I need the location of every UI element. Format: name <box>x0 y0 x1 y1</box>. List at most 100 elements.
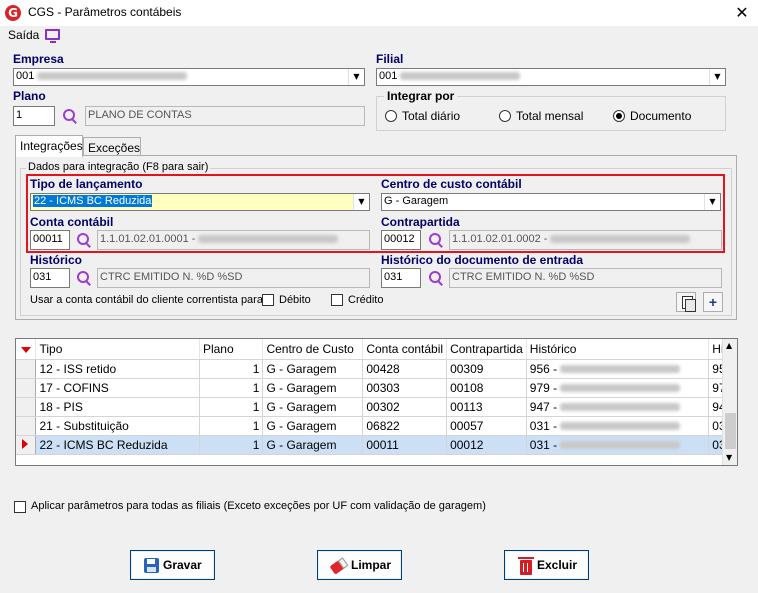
cell-tipo: 21 - Substituição <box>35 416 200 436</box>
window-title: CGS - Parâmetros contábeis <box>28 5 182 19</box>
row-indicator[interactable] <box>16 359 37 379</box>
search-icon[interactable] <box>428 270 444 286</box>
radio-total-diario-label: Total diário <box>402 109 461 123</box>
contrapartida-desc-field: 1.1.01.02.01.0002 - <box>449 230 722 250</box>
close-icon[interactable]: ✕ <box>731 3 753 23</box>
historico-label: Histórico <box>30 253 83 267</box>
eraser-icon <box>329 557 349 575</box>
debito-label: Débito <box>279 294 311 306</box>
historico-doc-desc-field: CTRC EMITIDO N. %D %SD <box>449 268 722 288</box>
col-historico[interactable]: Histórico <box>526 339 710 360</box>
radio-documento-label: Documento <box>630 109 692 123</box>
app-logo-icon: G <box>5 5 21 21</box>
empresa-name-redacted <box>37 72 188 81</box>
cell-tipo: 17 - COFINS <box>35 378 200 398</box>
cell-conta: 00302 <box>362 397 448 417</box>
cell-contra: 00309 <box>446 359 527 379</box>
trash-icon <box>518 557 534 575</box>
params-grid: Tipo Plano Centro de Custo Conta contábi… <box>15 338 738 466</box>
row-indicator[interactable] <box>16 397 37 417</box>
monitor-icon[interactable] <box>45 29 60 43</box>
search-icon[interactable] <box>62 108 78 124</box>
historico-doc-code-input[interactable]: 031 <box>381 268 421 288</box>
excluir-label: Excluir <box>537 558 578 572</box>
col-contrapartida[interactable]: Contrapartida <box>446 339 527 360</box>
table-row[interactable]: 18 - PIS 1 G - Garagem 00302 00113 947 -… <box>16 397 737 417</box>
col-tipo[interactable]: Tipo <box>35 339 200 360</box>
table-header: Tipo Plano Centro de Custo Conta contábi… <box>16 339 737 360</box>
gravar-button[interactable]: Gravar <box>130 550 215 580</box>
historico-doc-label: Histórico do documento de entrada <box>381 253 584 267</box>
aplicar-label: Aplicar parâmetros para todas as filiais… <box>31 500 486 512</box>
table-row-selected[interactable]: 22 - ICMS BC Reduzida 1 G - Garagem 0001… <box>16 435 737 455</box>
table-row[interactable]: 21 - Substituição 1 G - Garagem 06822 00… <box>16 416 737 436</box>
vertical-scrollbar[interactable]: ▲ ▼ <box>722 339 737 465</box>
conta-contabil-code-input[interactable]: 00011 <box>30 230 70 250</box>
row-indicator[interactable] <box>16 416 37 436</box>
cell-centro: G - Garagem <box>262 359 364 379</box>
chevron-down-icon[interactable]: ▼ <box>709 69 725 85</box>
dados-group-label: Dados para integração (F8 para sair) <box>26 161 211 173</box>
limpar-button[interactable]: Limpar <box>317 550 402 580</box>
credito-checkbox[interactable] <box>331 294 343 306</box>
cell-contra: 00057 <box>446 416 527 436</box>
conta-contabil-label: Conta contábil <box>30 215 114 229</box>
scroll-down-icon[interactable]: ▼ <box>726 453 732 462</box>
tab-integracoes[interactable]: Integrações <box>15 135 83 157</box>
search-icon[interactable] <box>428 232 444 248</box>
tipo-lancamento-value: 22 - ICMS BC Reduzida <box>33 195 153 207</box>
copy-icon[interactable] <box>676 292 696 312</box>
credito-label: Crédito <box>348 294 384 306</box>
col-centro-custo[interactable]: Centro de Custo <box>262 339 364 360</box>
excluir-button[interactable]: Excluir <box>504 550 589 580</box>
scroll-thumb[interactable] <box>725 413 736 449</box>
search-icon[interactable] <box>76 232 92 248</box>
col-plano[interactable]: Plano <box>199 339 264 360</box>
limpar-label: Limpar <box>351 558 392 572</box>
cell-tipo: 12 - ISS retido <box>35 359 200 379</box>
tab-excecoes[interactable]: Exceções <box>83 137 141 157</box>
menu-saida[interactable]: Saída <box>8 28 39 42</box>
filial-combo[interactable]: 001 ▼ <box>376 68 726 86</box>
debito-checkbox[interactable] <box>262 294 274 306</box>
chevron-down-icon[interactable]: ▼ <box>704 194 720 210</box>
aplicar-checkbox[interactable] <box>14 501 26 513</box>
search-icon[interactable] <box>76 270 92 286</box>
tipo-lancamento-combo[interactable]: 22 - ICMS BC Reduzida ▼ <box>30 193 370 211</box>
row-pointer-icon[interactable] <box>16 435 37 455</box>
cell-centro: G - Garagem <box>262 397 364 417</box>
centro-custo-value: G - Garagem <box>384 195 449 207</box>
chevron-down-icon[interactable]: ▼ <box>353 194 369 210</box>
radio-documento[interactable] <box>613 110 625 122</box>
cell-historico: 979 - <box>526 378 710 398</box>
cell-tipo: 22 - ICMS BC Reduzida <box>35 435 200 455</box>
scroll-up-icon[interactable]: ▲ <box>726 341 732 350</box>
cell-conta: 00428 <box>362 359 448 379</box>
historico-code-input[interactable]: 031 <box>30 268 70 288</box>
cell-centro: G - Garagem <box>262 435 364 455</box>
cell-conta: 00011 <box>362 435 448 455</box>
empresa-combo[interactable]: 001 ▼ <box>13 68 365 86</box>
cell-contra: 00108 <box>446 378 527 398</box>
cell-plano: 1 <box>199 416 264 436</box>
centro-custo-combo[interactable]: G - Garagem ▼ <box>381 193 721 211</box>
plano-label: Plano <box>13 89 46 103</box>
contrapartida-code-input[interactable]: 00012 <box>381 230 421 250</box>
row-indicator[interactable] <box>16 378 37 398</box>
plano-desc-field: PLANO DE CONTAS <box>85 106 365 126</box>
add-icon[interactable]: + <box>703 292 723 312</box>
cell-contra: 00012 <box>446 435 527 455</box>
table-row[interactable]: 17 - COFINS 1 G - Garagem 00303 00108 97… <box>16 378 737 398</box>
radio-total-diario[interactable] <box>385 110 397 122</box>
chevron-down-icon[interactable]: ▼ <box>348 69 364 85</box>
plano-code-input[interactable]: 1 <box>13 106 55 126</box>
table-row[interactable]: 12 - ISS retido 1 G - Garagem 00428 0030… <box>16 359 737 379</box>
sort-indicator-icon[interactable] <box>16 339 37 360</box>
cell-plano: 1 <box>199 397 264 417</box>
cell-historico: 031 - <box>526 416 710 436</box>
gravar-label: Gravar <box>163 558 202 572</box>
col-conta-contabil[interactable]: Conta contábil <box>362 339 448 360</box>
radio-total-mensal[interactable] <box>499 110 511 122</box>
filial-value: 001 <box>379 70 398 82</box>
cell-plano: 1 <box>199 378 264 398</box>
